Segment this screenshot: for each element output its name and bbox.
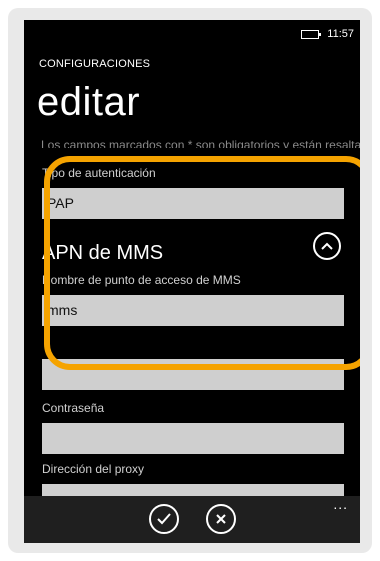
more-options-button[interactable]: ... [333, 496, 348, 512]
app-title: CONFIGURACIONES [39, 58, 151, 70]
auth-type-field[interactable]: PAP [42, 188, 344, 219]
clock: 11:57 [327, 28, 354, 40]
cancel-button[interactable] [206, 504, 236, 534]
user-name-field[interactable] [42, 359, 344, 390]
phone-screen: 11:57 CONFIGURACIONES editar Los campos … [24, 20, 360, 543]
partial-hint-text: Los campos marcados con * son obligatori… [41, 138, 360, 148]
mms-apn-label: Nombre de punto de acceso de MMS [42, 273, 241, 287]
chevron-up-circle-icon [321, 242, 333, 250]
mms-section-title: APN de MMS [42, 242, 164, 264]
status-bar: 11:57 [301, 26, 360, 42]
password-field[interactable] [42, 423, 344, 454]
close-circle-icon [216, 514, 226, 524]
mms-apn-field[interactable]: mms [42, 295, 344, 326]
page-title: editar [37, 80, 141, 124]
check-circle-icon [157, 513, 171, 525]
app-bar: ... [24, 496, 360, 543]
collapse-button[interactable] [313, 232, 341, 260]
proxy-label: Dirección del proxy [42, 462, 145, 476]
battery-icon [301, 29, 322, 39]
password-label: Contraseña [42, 401, 105, 415]
auth-type-label: Tipo de autenticación [42, 166, 156, 180]
save-button[interactable] [149, 504, 179, 534]
